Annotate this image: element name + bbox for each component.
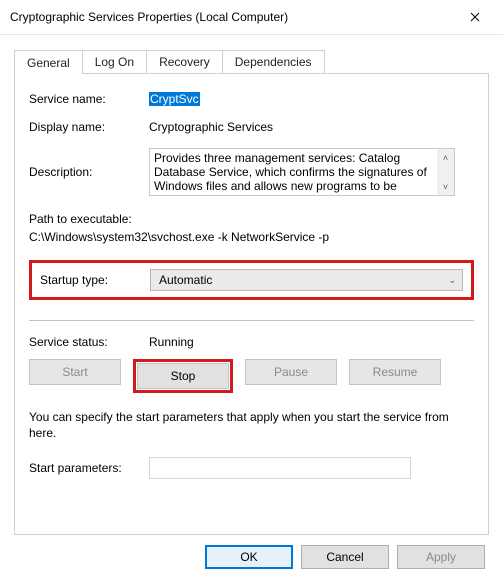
- startup-type-highlight: Startup type: Automatic ⌄: [29, 260, 474, 300]
- description-box: Provides three management services: Cata…: [149, 148, 455, 196]
- tab-recovery[interactable]: Recovery: [146, 50, 223, 73]
- tab-dependencies[interactable]: Dependencies: [222, 50, 325, 73]
- scroll-down-icon[interactable]: ˅: [437, 178, 454, 195]
- apply-button: Apply: [397, 545, 485, 569]
- cancel-button[interactable]: Cancel: [301, 545, 389, 569]
- start-params-input: [149, 457, 411, 479]
- start-params-label: Start parameters:: [29, 461, 149, 475]
- resume-button: Resume: [349, 359, 441, 385]
- tab-panel-general: Service name: CryptSvc Display name: Cry…: [14, 73, 489, 535]
- scroll-up-icon[interactable]: ˄: [437, 149, 454, 166]
- dialog-footer: OK Cancel Apply: [0, 535, 503, 569]
- description-text: Provides three management services: Cata…: [154, 151, 427, 193]
- startup-type-value: Automatic: [159, 273, 212, 287]
- divider: [29, 320, 474, 321]
- tab-general[interactable]: General: [14, 50, 83, 74]
- start-params-hint: You can specify the start parameters tha…: [29, 409, 474, 441]
- service-name-selected[interactable]: CryptSvc: [149, 92, 200, 106]
- title-bar: Cryptographic Services Properties (Local…: [0, 0, 503, 30]
- service-name-label: Service name:: [29, 92, 149, 106]
- startup-type-label: Startup type:: [40, 273, 150, 287]
- service-name-value: CryptSvc: [149, 92, 474, 106]
- display-name-value: Cryptographic Services: [149, 120, 474, 134]
- description-scrollbar[interactable]: ˄ ˅: [437, 149, 454, 195]
- path-label: Path to executable:: [29, 210, 474, 228]
- close-button[interactable]: [457, 4, 493, 30]
- window-title: Cryptographic Services Properties (Local…: [10, 10, 288, 24]
- display-name-label: Display name:: [29, 120, 149, 134]
- path-value: C:\Windows\system32\svchost.exe -k Netwo…: [29, 228, 474, 246]
- description-label: Description:: [29, 165, 149, 179]
- start-button: Start: [29, 359, 121, 385]
- stop-button[interactable]: Stop: [137, 363, 229, 389]
- close-icon: [470, 12, 480, 22]
- service-control-buttons: Start Stop Pause Resume: [29, 359, 474, 393]
- service-status-value: Running: [149, 335, 194, 349]
- pause-button: Pause: [245, 359, 337, 385]
- startup-type-dropdown[interactable]: Automatic ⌄: [150, 269, 463, 291]
- tab-strip: General Log On Recovery Dependencies: [14, 49, 489, 73]
- stop-button-highlight: Stop: [133, 359, 233, 393]
- ok-button[interactable]: OK: [205, 545, 293, 569]
- tab-logon[interactable]: Log On: [82, 50, 147, 73]
- service-status-label: Service status:: [29, 335, 149, 349]
- chevron-down-icon: ⌄: [448, 275, 456, 286]
